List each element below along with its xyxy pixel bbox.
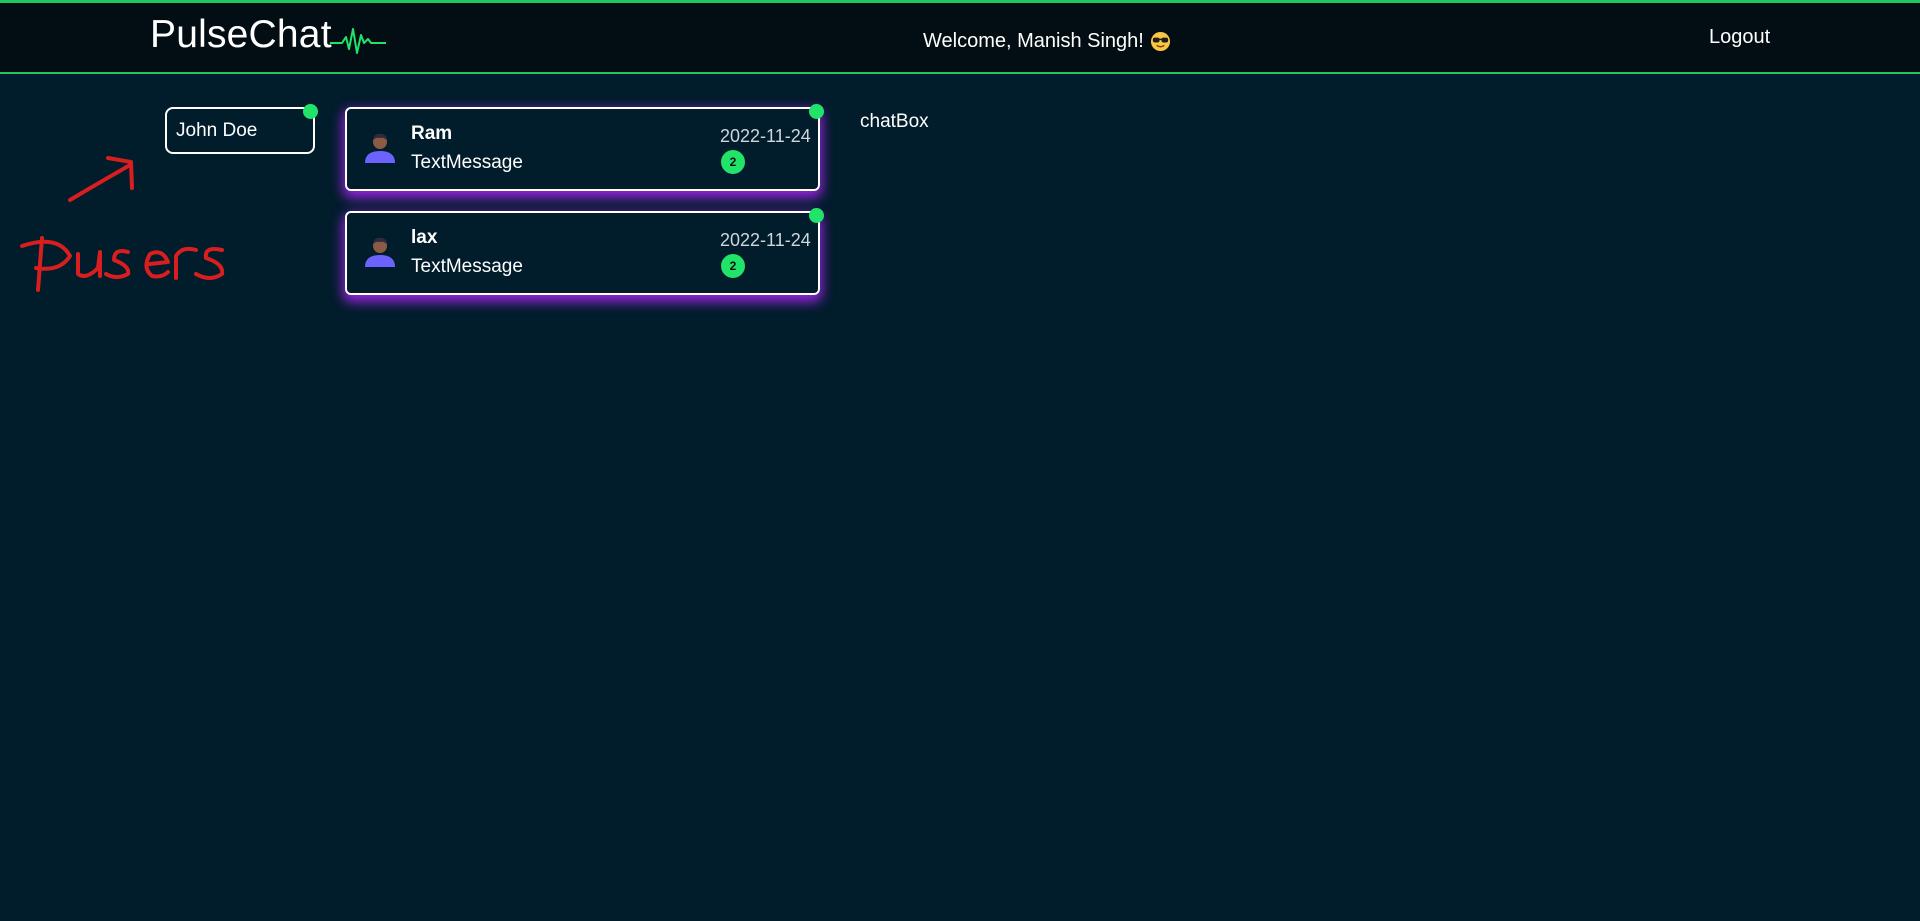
sunglasses-emoji-icon — [1150, 31, 1170, 52]
chat-date: 2022-11-24 — [720, 230, 811, 250]
user-avatar-icon — [365, 237, 395, 267]
arrow-icon — [68, 156, 134, 202]
handwritten-annotation — [20, 156, 225, 292]
user-name: John Doe — [176, 120, 258, 141]
welcome-message: Welcome, Manish Singh! — [923, 30, 1171, 53]
chat-last-message: TextMessage — [411, 256, 523, 277]
online-status-dot — [809, 208, 824, 223]
chat-item-ram[interactable]: Ram TextMessage 2022-11-24 2 — [345, 104, 824, 191]
chat-contact-name: lax — [411, 227, 438, 248]
user-avatar-icon — [365, 133, 395, 163]
chat-item-lax[interactable]: lax TextMessage 2022-11-24 2 — [345, 208, 824, 295]
chatbox-label: chatBox — [860, 111, 929, 132]
chatbox-panel: chatBox — [860, 111, 929, 133]
pulse-icon — [329, 28, 386, 54]
welcome-text: Welcome, Manish Singh! — [923, 30, 1144, 52]
brand-name: PulseChat — [150, 13, 332, 56]
logout-button[interactable]: Logout — [1709, 26, 1770, 49]
chat-last-message: TextMessage — [411, 152, 523, 173]
unread-count-badge: 2 — [721, 150, 745, 174]
unread-count-badge: 2 — [721, 254, 745, 278]
navbar: PulseChat Welcome, Manish Singh! Logout — [0, 0, 1920, 74]
online-status-dot — [303, 104, 318, 119]
brand-logo[interactable]: PulseChat — [150, 13, 386, 57]
chat-date: 2022-11-24 — [720, 126, 811, 146]
online-status-dot — [809, 104, 824, 119]
chat-contact-name: Ram — [411, 123, 453, 144]
